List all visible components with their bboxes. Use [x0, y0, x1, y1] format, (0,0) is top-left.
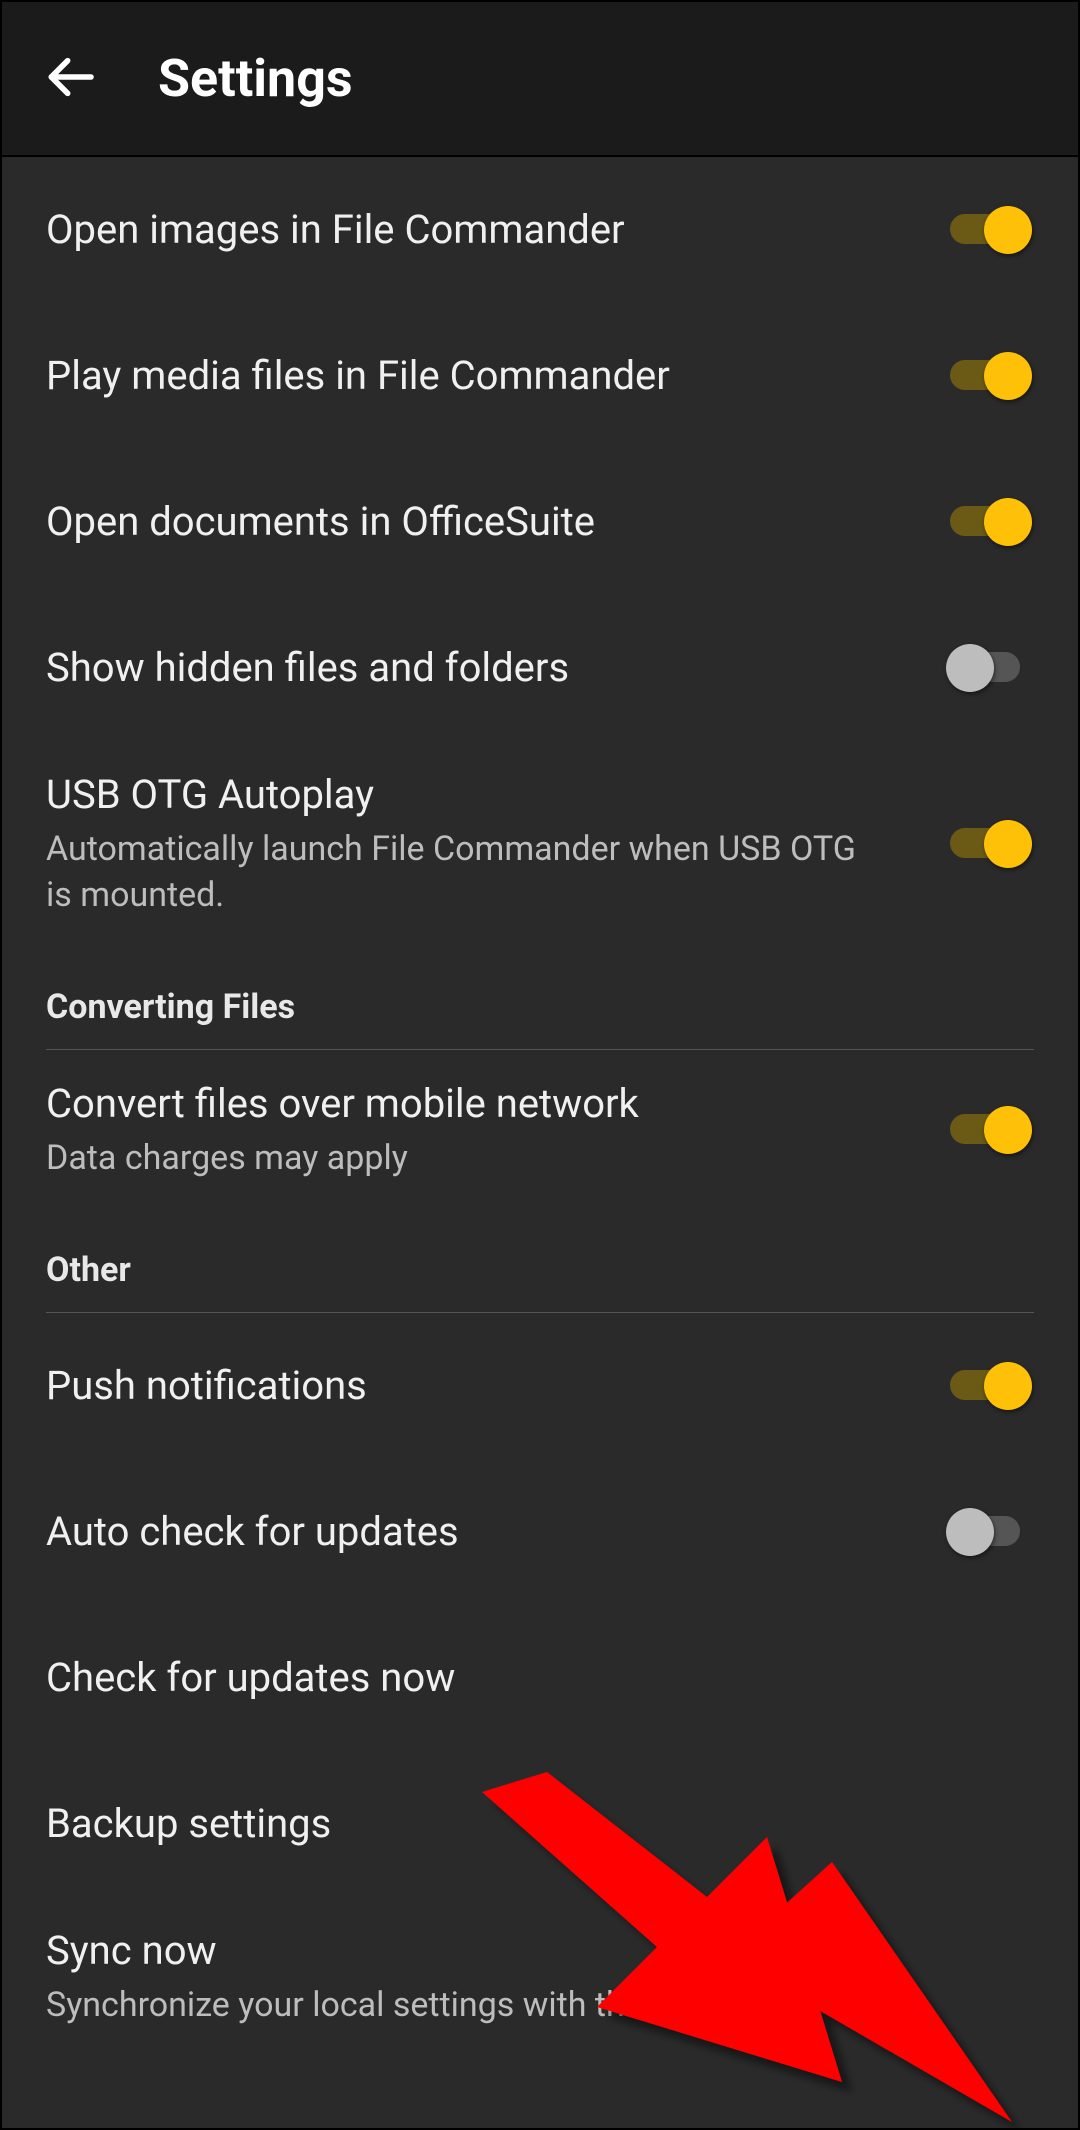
setting-hidden-files[interactable]: Show hidden files and folders	[46, 595, 1034, 741]
toggle-switch[interactable]	[944, 816, 1034, 872]
setting-usb-otg[interactable]: USB OTG Autoplay Automatically launch Fi…	[46, 741, 1034, 947]
setting-backup[interactable]: Backup settings	[46, 1751, 1034, 1897]
toggle-switch[interactable]	[944, 348, 1034, 404]
setting-play-media[interactable]: Play media files in File Commander	[46, 303, 1034, 449]
setting-push-notifications[interactable]: Push notifications	[46, 1313, 1034, 1459]
setting-title: Open documents in OfficeSuite	[46, 496, 924, 548]
setting-title: Open images in File Commander	[46, 204, 924, 256]
setting-title: Play media files in File Commander	[46, 350, 924, 402]
app-bar: Settings	[2, 2, 1078, 157]
setting-open-images[interactable]: Open images in File Commander	[46, 157, 1034, 303]
setting-auto-updates[interactable]: Auto check for updates	[46, 1459, 1034, 1605]
setting-check-updates-now[interactable]: Check for updates now	[46, 1605, 1034, 1751]
setting-subtitle: Automatically launch File Commander when…	[46, 827, 876, 919]
toggle-switch[interactable]	[944, 1504, 1034, 1560]
setting-subtitle: Data charges may apply	[46, 1136, 876, 1182]
setting-title: Auto check for updates	[46, 1506, 924, 1558]
setting-title: Push notifications	[46, 1360, 924, 1412]
toggle-switch[interactable]	[944, 1358, 1034, 1414]
setting-title: Sync now	[46, 1925, 1034, 1977]
page-title: Settings	[158, 48, 353, 109]
setting-sync-now[interactable]: Sync now Synchronize your local settings…	[46, 1897, 1034, 2057]
setting-title: Backup settings	[46, 1798, 1034, 1850]
setting-open-documents[interactable]: Open documents in OfficeSuite	[46, 449, 1034, 595]
toggle-switch[interactable]	[944, 1102, 1034, 1158]
setting-convert-mobile[interactable]: Convert files over mobile network Data c…	[46, 1050, 1034, 1210]
section-header-converting: Converting Files	[46, 947, 1034, 1050]
setting-title: Show hidden files and folders	[46, 642, 924, 694]
setting-title: Check for updates now	[46, 1652, 1034, 1704]
toggle-switch[interactable]	[944, 202, 1034, 258]
setting-title: USB OTG Autoplay	[46, 769, 924, 821]
toggle-switch[interactable]	[944, 640, 1034, 696]
settings-screen: Settings Open images in File Commander P…	[0, 0, 1080, 2130]
toggle-switch[interactable]	[944, 494, 1034, 550]
section-header-other: Other	[46, 1210, 1034, 1313]
setting-title: Convert files over mobile network	[46, 1078, 924, 1130]
settings-list: Open images in File Commander Play media…	[2, 157, 1078, 2057]
back-arrow-icon[interactable]	[42, 49, 98, 109]
setting-subtitle: Synchronize your local settings with the…	[46, 1983, 876, 2029]
